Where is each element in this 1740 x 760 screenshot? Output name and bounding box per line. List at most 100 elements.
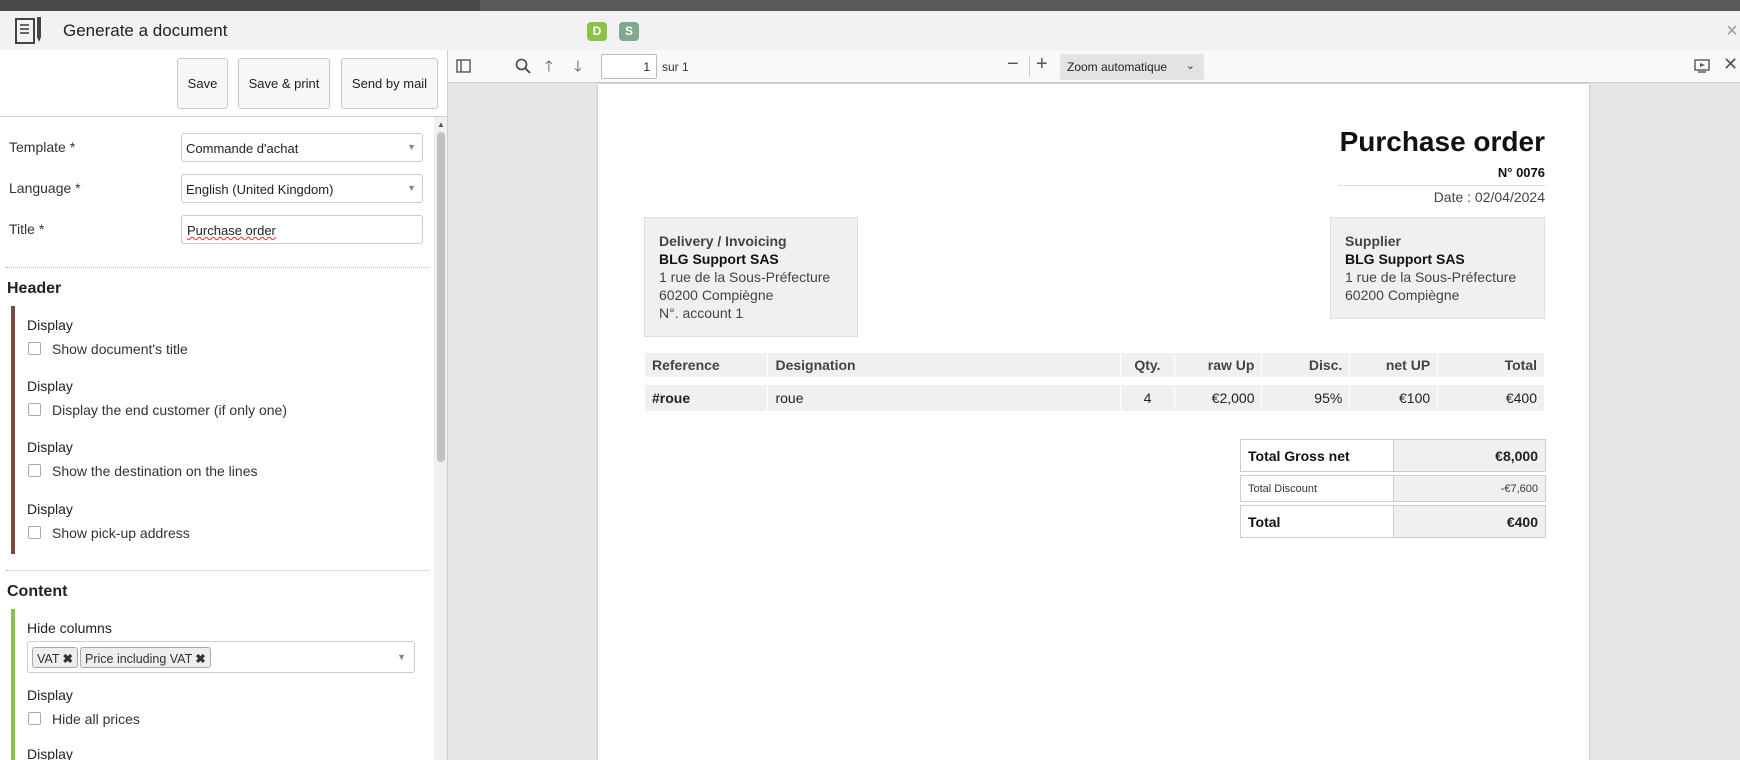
delivery-line: N°. account 1	[659, 305, 744, 321]
template-label: Template *	[9, 139, 76, 155]
document-pen-icon	[15, 17, 41, 44]
supplier-heading: Supplier	[1345, 233, 1402, 249]
table-row: #roue roue 4 €2,000 95% €100 €400	[645, 385, 1544, 411]
grand-total-row: Total €400	[1240, 505, 1546, 538]
toolbar-divider	[0, 116, 447, 117]
zoom-in-icon[interactable]: +	[1036, 53, 1048, 76]
zoom-select[interactable]: Zoom automatique ⌄	[1060, 54, 1204, 80]
settings-panel: Save Save & print Send by mail ▲ Templat…	[0, 50, 448, 760]
cell-qty: 4	[1121, 385, 1174, 411]
grand-total-value: €400	[1393, 505, 1546, 538]
destination-lines-checkbox[interactable]	[28, 464, 41, 477]
title-label: Title *	[9, 221, 45, 237]
supplier-address-box: Supplier BLG Support SAS 1 rue de la Sou…	[1330, 217, 1545, 319]
chevron-down-icon: ⌄	[1185, 60, 1195, 72]
document-date: Date : 02/04/2024	[1433, 189, 1545, 205]
close-icon[interactable]: ✕	[1723, 54, 1738, 75]
scroll-up-icon[interactable]: ▲	[437, 120, 445, 129]
title-underline	[1338, 185, 1545, 186]
hide-prices-label[interactable]: Hide all prices	[52, 711, 140, 727]
pdf-toolbar: 🡑 🡓 1 sur 1 − + Zoom automatique ⌄ ✕	[448, 50, 1740, 83]
total-discount-value: -€7,600	[1393, 475, 1546, 502]
document-number: N° 0076	[1497, 165, 1545, 180]
tag-price-incl-vat: Price including VAT ✖	[80, 647, 211, 668]
remove-tag-icon[interactable]: ✖	[62, 652, 72, 666]
dropdown-arrow-icon: ▼	[407, 183, 416, 193]
section-divider	[6, 570, 428, 571]
language-value: English (United Kingdom)	[186, 182, 334, 197]
total-gross-row: Total Gross net €8,000	[1240, 439, 1546, 472]
toolbar-separator	[1029, 55, 1030, 77]
arrow-down-icon[interactable]: 🡓	[574, 56, 582, 81]
cell-designation: roue	[768, 385, 1121, 411]
hide-columns-multiselect[interactable]: VAT ✖ Price including VAT ✖ ▼	[27, 641, 415, 673]
total-discount-row: Total Discount -€7,600	[1240, 475, 1546, 502]
option-group-label: Display	[27, 746, 73, 760]
option-group-label: Display	[27, 501, 73, 517]
column-header: raw Up	[1174, 353, 1262, 377]
table-header-row: Reference Designation Qty. raw Up Disc. …	[645, 353, 1544, 377]
end-customer-label[interactable]: Display the end customer (if only one)	[52, 402, 287, 418]
remove-tag-icon[interactable]: ✖	[195, 652, 205, 666]
grand-total-label: Total	[1240, 505, 1394, 538]
cell-total: €400	[1438, 385, 1544, 411]
page-number-input[interactable]: 1	[601, 54, 657, 79]
hide-prices-checkbox[interactable]	[28, 712, 41, 725]
totals-table: Total Gross net €8,000 Total Discount -€…	[1240, 439, 1546, 538]
header-section-title: Header	[7, 280, 62, 297]
destination-lines-label[interactable]: Show the destination on the lines	[52, 463, 257, 479]
delivery-address-box: Delivery / Invoicing BLG Support SAS 1 r…	[644, 217, 858, 337]
language-select[interactable]: English (United Kingdom) ▼	[181, 174, 423, 203]
delivery-line: 1 rue de la Sous-Préfecture	[659, 269, 831, 285]
cell-disc: 95%	[1262, 385, 1350, 411]
window-top-strip-light	[480, 0, 1740, 11]
supplier-line: 60200 Compiègne	[1345, 287, 1460, 303]
tag-vat: VAT ✖	[32, 647, 78, 668]
delivery-line: 60200 Compiègne	[659, 287, 774, 303]
column-header: Qty.	[1121, 353, 1174, 377]
page-total: sur 1	[662, 60, 689, 74]
column-header: Reference	[645, 353, 768, 377]
arrow-up-icon[interactable]: 🡑	[545, 56, 553, 81]
badge-s[interactable]: S	[619, 22, 639, 41]
column-header: Designation	[768, 353, 1121, 377]
cell-raw-up: €2,000	[1174, 385, 1262, 411]
title-input[interactable]: Purchase order	[181, 215, 423, 244]
total-discount-label: Total Discount	[1240, 475, 1394, 502]
zoom-out-icon[interactable]: −	[1007, 53, 1019, 76]
cell-reference: #roue	[645, 385, 768, 411]
dialog-titlebar: Generate a document D S ×	[0, 11, 1740, 50]
panel-scrollbar-thumb[interactable]	[437, 132, 445, 462]
column-header: Total	[1438, 353, 1544, 377]
total-gross-value: €8,000	[1393, 439, 1546, 472]
cell-net-up: €100	[1350, 385, 1438, 411]
sidebar-toggle-icon[interactable]	[456, 59, 471, 73]
delivery-name: BLG Support SAS	[659, 251, 779, 267]
presentation-icon[interactable]	[1694, 59, 1710, 73]
show-title-checkbox[interactable]	[28, 342, 41, 355]
items-table: Reference Designation Qty. raw Up Disc. …	[644, 352, 1545, 412]
title-value: Purchase order	[187, 223, 276, 238]
hide-columns-label: Hide columns	[27, 620, 112, 636]
end-customer-checkbox[interactable]	[28, 403, 41, 416]
template-value: Commande d'achat	[186, 141, 299, 156]
dialog-title: Generate a document	[63, 21, 228, 40]
save-button[interactable]: Save	[177, 58, 228, 109]
dropdown-arrow-icon: ▼	[407, 142, 416, 152]
pdf-page: Purchase order N° 0076 Date : 02/04/2024…	[598, 84, 1589, 760]
show-title-label[interactable]: Show document's title	[52, 341, 188, 357]
zoom-value: Zoom automatique	[1067, 60, 1168, 74]
search-icon[interactable]	[515, 58, 531, 74]
option-group-label: Display	[27, 439, 73, 455]
pickup-address-checkbox[interactable]	[28, 526, 41, 539]
option-group-label: Display	[27, 687, 73, 703]
pickup-address-label[interactable]: Show pick-up address	[52, 525, 190, 541]
supplier-line: 1 rue de la Sous-Préfecture	[1345, 269, 1517, 285]
delivery-heading: Delivery / Invoicing	[659, 233, 787, 249]
badge-d[interactable]: D	[587, 22, 607, 41]
dropdown-arrow-icon: ▼	[397, 652, 406, 662]
save-print-button[interactable]: Save & print	[238, 58, 330, 109]
dialog-close-button[interactable]: ×	[1726, 20, 1738, 43]
send-by-mail-button[interactable]: Send by mail	[341, 58, 438, 109]
template-select[interactable]: Commande d'achat ▼	[181, 133, 423, 162]
